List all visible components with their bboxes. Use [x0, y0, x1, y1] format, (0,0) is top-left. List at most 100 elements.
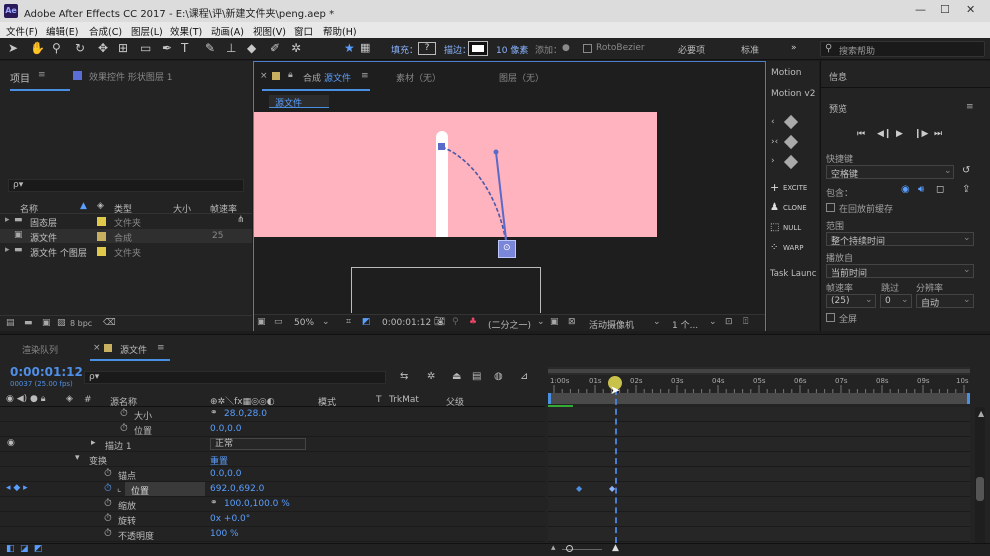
- expand-arrow-icon[interactable]: ▸: [5, 245, 10, 255]
- property-value[interactable]: 28.0,28.0: [224, 409, 267, 419]
- new-folder-icon[interactable]: ▬: [24, 318, 33, 328]
- include-overlay-icon[interactable]: ◻: [936, 184, 944, 195]
- property-value[interactable]: 100 %: [210, 529, 239, 539]
- keyframe-nav-icon[interactable]: ◂ ◆ ▸: [6, 483, 28, 493]
- zoom-slider-knob[interactable]: [566, 545, 573, 552]
- footage-tab[interactable]: 素材（无）: [396, 71, 441, 84]
- property-row-position[interactable]: ⏱ 位置 0.0,0.0: [0, 422, 545, 437]
- clone-icon[interactable]: ♟: [770, 202, 779, 213]
- motion-blur-icon[interactable]: ◍: [494, 371, 503, 382]
- timeline-comp-tab[interactable]: 源文件: [120, 343, 147, 356]
- views-caret-icon[interactable]: ⌄: [709, 317, 717, 327]
- frame-blending-icon[interactable]: ▤: [472, 371, 481, 382]
- always-preview-icon[interactable]: ▣: [257, 317, 266, 327]
- pen-tool-icon[interactable]: ✒: [162, 41, 172, 55]
- property-row-anchor[interactable]: ⏱ 锚点 0.0,0.0: [0, 467, 545, 482]
- hide-shy-icon[interactable]: ⏏: [452, 371, 461, 382]
- fullscreen-checkbox[interactable]: [826, 313, 835, 322]
- collapse-arrow-icon[interactable]: ▾: [75, 453, 80, 463]
- brush-tool-icon[interactable]: ✎: [205, 41, 215, 55]
- hand-tool-icon[interactable]: ✋: [30, 41, 45, 55]
- motion-slider-knob-1[interactable]: [783, 114, 799, 130]
- camera-dropdown[interactable]: 活动摄像机: [589, 318, 634, 331]
- menu-help[interactable]: 帮助(H): [323, 24, 357, 38]
- comp-menu-icon[interactable]: ≡: [361, 71, 369, 81]
- layer-switches-icon[interactable]: ⊕✲＼fx▦◎◎◐: [210, 394, 275, 407]
- menu-animation[interactable]: 动画(A): [211, 24, 244, 38]
- keyframe-diamond-start[interactable]: ◆: [576, 484, 582, 493]
- project-row-layers[interactable]: ▸ ▬ 源文件 个图层 文件夹: [0, 244, 252, 259]
- maximize-button[interactable]: ☐: [940, 3, 950, 16]
- work-area-bar[interactable]: [548, 367, 970, 375]
- av-switches-icon[interactable]: ◉ ◀) ● 🔒︎: [6, 394, 46, 404]
- range-dropdown[interactable]: 整个持续时间 ⌄: [826, 232, 974, 247]
- property-row-transform[interactable]: ▾ 变换 重置: [0, 452, 545, 467]
- excite-icon[interactable]: +: [770, 181, 779, 194]
- trkmat-column[interactable]: TrkMat: [389, 395, 419, 405]
- timeline-close-icon[interactable]: ×: [93, 343, 101, 353]
- workspace-essentials[interactable]: 必要项: [678, 43, 705, 56]
- render-queue-tab[interactable]: 渲染队列: [22, 343, 58, 356]
- motion-path[interactable]: [254, 112, 657, 252]
- clone-button[interactable]: CLONE: [783, 204, 807, 212]
- stopwatch-icon[interactable]: ⏱: [104, 528, 112, 539]
- project-row-comp[interactable]: ▣ 源文件 合成 25: [0, 229, 252, 244]
- camera-caret-icon[interactable]: ⌄: [653, 317, 661, 327]
- graph-editor-icon[interactable]: ⊿: [520, 371, 528, 382]
- menu-effect[interactable]: 效果(T): [170, 24, 202, 38]
- monitor-icon[interactable]: ▭: [274, 317, 283, 327]
- stopwatch-icon[interactable]: ⏱: [104, 468, 112, 479]
- fill-swatch[interactable]: ?: [418, 42, 436, 55]
- comp-timecode[interactable]: 0:00:01:12: [382, 318, 431, 328]
- stroke-swatch[interactable]: [468, 41, 488, 56]
- last-frame-icon[interactable]: ⏭: [934, 129, 942, 139]
- work-area-range[interactable]: [548, 369, 970, 373]
- mask-toggle-icon[interactable]: ◩: [362, 317, 371, 327]
- property-row-scale[interactable]: ⏱ 缩放 ⚭ 100.0,100.0 %: [0, 497, 545, 512]
- zoom-level[interactable]: 50%: [294, 318, 314, 328]
- first-frame-icon[interactable]: ⏮: [857, 129, 865, 139]
- stopwatch-icon[interactable]: ⏱: [104, 513, 112, 524]
- stroke-width[interactable]: 10 像素: [496, 43, 528, 56]
- comp-close-icon[interactable]: ×: [260, 71, 268, 81]
- menu-window[interactable]: 窗口: [294, 24, 313, 38]
- pan-behind-tool-icon[interactable]: ⊞: [118, 41, 128, 55]
- property-value[interactable]: 0x +0.0°: [210, 514, 250, 524]
- camera-tool-icon[interactable]: ✥: [98, 41, 108, 55]
- reset-exposure-icon[interactable]: ⊡: [725, 317, 733, 327]
- workspace-menu-icon[interactable]: »: [791, 43, 797, 53]
- property-row-opacity[interactable]: ⏱ 不透明度 100 %: [0, 527, 545, 542]
- blend-mode-dropdown[interactable]: 正常: [210, 438, 306, 450]
- layer-switches-toggle-icon[interactable]: ◧: [6, 544, 15, 554]
- timeline-search-input[interactable]: ρ▾: [84, 371, 386, 384]
- expand-arrow-icon[interactable]: ▸: [91, 438, 96, 448]
- timeline-menu-icon[interactable]: ≡: [157, 343, 165, 353]
- puppet-tool-icon[interactable]: ✲: [291, 41, 301, 55]
- property-value[interactable]: 692.0,692.0: [210, 484, 264, 494]
- stopwatch-active-icon[interactable]: ⏱: [104, 483, 112, 494]
- rotate-tool-icon[interactable]: ↻: [75, 41, 85, 55]
- zoom-tool-icon[interactable]: ⚲: [52, 41, 61, 55]
- minimize-button[interactable]: —: [915, 3, 926, 16]
- motion-slider-knob-3[interactable]: [783, 154, 799, 170]
- null-button[interactable]: NULL: [783, 224, 801, 232]
- property-row-stroke[interactable]: ◉ ▸ 描边 1 正常: [0, 437, 545, 452]
- timeline-timecode[interactable]: 0:00:01:12: [10, 365, 83, 379]
- fps-dropdown[interactable]: (25) ⌄: [826, 294, 876, 308]
- property-row-size[interactable]: ⏱ 大小 ⚭ 28.0,28.0: [0, 407, 545, 422]
- effect-controls-tab[interactable]: 效果控件 形状图层 1: [89, 70, 172, 83]
- include-video-icon[interactable]: ◉: [901, 184, 910, 195]
- expression-icon[interactable]: ⌞: [117, 484, 121, 494]
- fit-icon[interactable]: ⌗: [346, 317, 351, 327]
- comp-canvas[interactable]: [254, 112, 657, 249]
- menu-file[interactable]: 文件(F): [6, 24, 38, 38]
- cache-checkbox[interactable]: [826, 203, 835, 212]
- menu-composition[interactable]: 合成(C): [89, 24, 122, 38]
- anchor-point-icon[interactable]: ⊙: [498, 240, 516, 258]
- link-icon[interactable]: ⚭: [210, 498, 218, 508]
- menu-view[interactable]: 视图(V): [253, 24, 286, 38]
- link-icon[interactable]: ⚭: [210, 408, 218, 418]
- views-dropdown[interactable]: 1 个...: [672, 318, 698, 331]
- export-icon[interactable]: ⇪: [962, 184, 970, 195]
- color-channel-icon[interactable]: ♣: [469, 317, 477, 327]
